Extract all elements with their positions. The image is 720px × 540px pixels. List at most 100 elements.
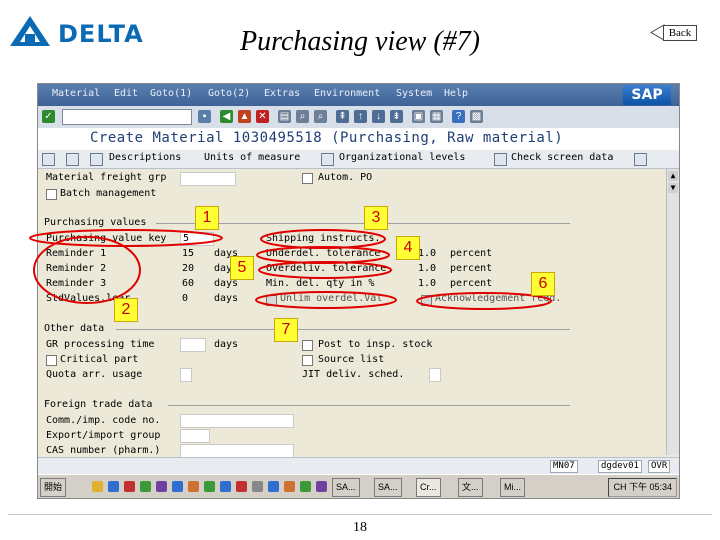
descriptions-button[interactable]: Descriptions <box>109 152 181 163</box>
layout-icon[interactable]: ▩ <box>470 110 483 123</box>
menu-goto2[interactable]: Goto(2) <box>208 88 250 99</box>
autom-po-checkbox[interactable] <box>302 173 313 184</box>
badge-4: 4 <box>396 236 420 260</box>
quota-usage-label: Quota arr. usage <box>46 369 143 380</box>
overdel-tol-label: Overdeliv. tolerance <box>266 263 387 274</box>
back-button[interactable]: Back <box>650 24 702 41</box>
value-key-label: Purchasing value key <box>46 233 167 244</box>
command-field[interactable] <box>62 109 192 125</box>
jit-sched-label: JIT deliv. sched. <box>302 369 405 380</box>
standard-toolbar: ✓ ▪ ◀ ▲ ✕ ▤ ⌕ ⌕ ⇞ ↑ ↓ ⇟ ▣ ▦ ? ▩ <box>38 106 679 129</box>
scroll-down-icon[interactable]: ▼ <box>668 183 678 193</box>
cancel-icon[interactable]: ✕ <box>256 110 269 123</box>
task-document[interactable]: 文... <box>458 478 483 497</box>
input-method[interactable]: CH <box>613 482 626 492</box>
task-create[interactable]: Cr... <box>416 478 441 497</box>
post-to-insp-checkbox[interactable] <box>302 340 313 351</box>
last-page-icon[interactable]: ⇟ <box>390 110 403 123</box>
find-icon[interactable]: ⌕ <box>296 110 309 123</box>
menu-goto1[interactable]: Goto(1) <box>150 88 192 99</box>
org-levels-icon[interactable] <box>321 153 334 166</box>
comm-code-input[interactable] <box>180 414 294 428</box>
app-icon[interactable] <box>236 481 247 492</box>
task-mi[interactable]: Mi... <box>500 478 525 497</box>
batch-mgmt-checkbox[interactable] <box>46 189 57 200</box>
badge-6: 6 <box>531 272 555 296</box>
app-icon[interactable] <box>172 481 183 492</box>
app-icon[interactable] <box>204 481 215 492</box>
shortcut-icon[interactable]: ▦ <box>430 110 443 123</box>
app-icon[interactable] <box>124 481 135 492</box>
exit-icon[interactable]: ▲ <box>238 110 251 123</box>
cas-number-input[interactable] <box>180 444 294 458</box>
enter-icon[interactable]: ✓ <box>42 110 55 123</box>
first-page-icon[interactable]: ⇞ <box>336 110 349 123</box>
app-icon[interactable] <box>284 481 295 492</box>
unlimited-overdel-checkbox[interactable] <box>266 295 277 306</box>
value-key-input[interactable]: 5 <box>180 232 214 246</box>
menu-material[interactable]: Material <box>52 88 100 99</box>
acknowledgement-checkbox[interactable] <box>421 295 432 306</box>
reminder-3-value[interactable]: 60 <box>182 278 194 289</box>
jit-sched-input[interactable] <box>429 368 441 382</box>
app-icon[interactable] <box>140 481 151 492</box>
save-icon[interactable]: ▪ <box>198 110 211 123</box>
critical-part-checkbox[interactable] <box>46 355 57 366</box>
overdel-tol-value[interactable]: 1.0 <box>418 263 436 274</box>
ie-icon[interactable] <box>108 481 119 492</box>
reminder-3-label: Reminder 3 <box>46 278 107 289</box>
std-values-value[interactable]: 0 <box>182 293 188 304</box>
app-icon[interactable] <box>220 481 231 492</box>
print-icon[interactable]: ▤ <box>278 110 291 123</box>
check-icon[interactable] <box>494 153 507 166</box>
units-button[interactable]: Units of measure <box>204 152 300 163</box>
screen-title-bar: Create Material 1030495518 (Purchasing, … <box>38 128 679 150</box>
min-del-qty-value[interactable]: 1.0 <box>418 278 436 289</box>
explorer-icon[interactable] <box>92 481 103 492</box>
expand-icon[interactable] <box>42 153 55 166</box>
next-screen-icon[interactable] <box>634 153 647 166</box>
freight-group-input[interactable] <box>180 172 236 186</box>
app-icon[interactable] <box>252 481 263 492</box>
app-icon[interactable] <box>316 481 327 492</box>
menu-system[interactable]: System <box>396 88 432 99</box>
export-group-input[interactable] <box>180 429 210 443</box>
collapse-icon[interactable] <box>66 153 79 166</box>
org-levels-button[interactable]: Organizational levels <box>339 152 465 163</box>
select-views-icon[interactable] <box>90 153 103 166</box>
bottom-rule <box>8 514 712 515</box>
check-screen-button[interactable]: Check screen data <box>511 152 613 163</box>
app-icon[interactable] <box>156 481 167 492</box>
menu-edit[interactable]: Edit <box>114 88 138 99</box>
mode-indicator[interactable]: OVR <box>648 460 671 473</box>
menu-extras[interactable]: Extras <box>264 88 300 99</box>
find-next-icon[interactable]: ⌕ <box>314 110 327 123</box>
reminder-2-value[interactable]: 20 <box>182 263 194 274</box>
source-list-checkbox[interactable] <box>302 355 313 366</box>
next-page-icon[interactable]: ↓ <box>372 110 385 123</box>
quota-usage-input[interactable] <box>180 368 192 382</box>
new-session-icon[interactable]: ▣ <box>412 110 425 123</box>
gr-processing-input[interactable] <box>180 338 206 352</box>
vertical-scrollbar[interactable]: ▲ ▼ <box>666 169 679 455</box>
app-icon[interactable] <box>188 481 199 492</box>
help-icon[interactable]: ? <box>452 110 465 123</box>
purchasing-values-title: Purchasing values <box>44 217 147 228</box>
prev-page-icon[interactable]: ↑ <box>354 110 367 123</box>
autom-po-label: Autom. PO <box>318 172 373 183</box>
underdel-tol-value[interactable]: 1.0 <box>418 248 436 259</box>
menu-environment[interactable]: Environment <box>314 88 380 99</box>
app-icon[interactable] <box>300 481 311 492</box>
task-sap-2[interactable]: SA... <box>374 478 402 497</box>
app-icon[interactable] <box>268 481 279 492</box>
menu-help[interactable]: Help <box>444 88 468 99</box>
source-list-label: Source list <box>318 354 385 365</box>
start-button[interactable]: 開始 <box>40 478 67 497</box>
task-sap-1[interactable]: SA... <box>332 478 360 497</box>
back-nav-icon[interactable]: ◀ <box>220 110 233 123</box>
underdel-tol-label: Underdel. tolerance <box>266 248 381 259</box>
client-indicator: MN07 <box>550 460 578 473</box>
reminder-1-value[interactable]: 15 <box>182 248 194 259</box>
server-indicator: dgdev01 <box>598 460 642 473</box>
scroll-up-icon[interactable]: ▲ <box>668 171 678 181</box>
